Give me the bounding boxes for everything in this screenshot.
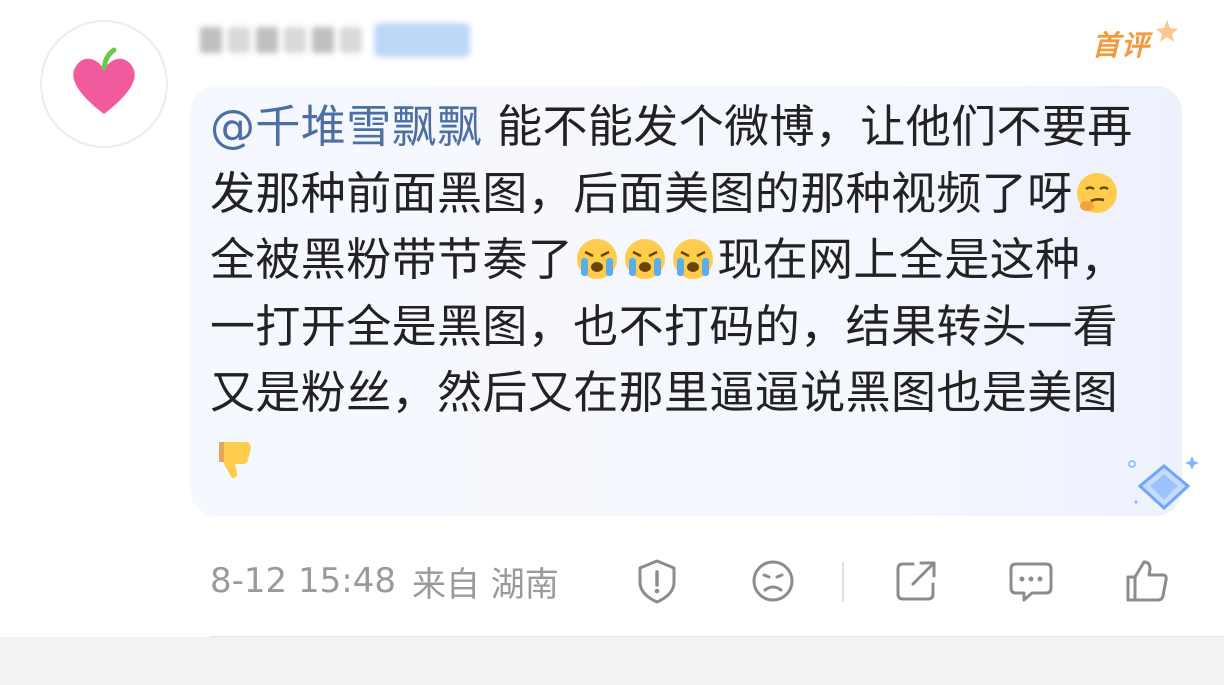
comment-text: @千堆雪飘飘 能不能发个微博，让他们不要再发那种前面黑图，后面美图的那种视频了呀… xyxy=(210,94,1155,493)
comment-text-part-2: 全被黑粉带节奏了 xyxy=(210,233,574,286)
thumbs-down-emoji xyxy=(211,436,257,482)
crying-face-emoji xyxy=(574,236,620,282)
thinking-face-emoji xyxy=(1074,170,1120,216)
comment-location: 来自 湖南 xyxy=(411,564,559,605)
like-icon[interactable] xyxy=(1122,556,1172,606)
comment-meta: 8-12 15:48 来自 湖南 xyxy=(210,556,559,606)
avatar[interactable] xyxy=(40,20,168,148)
username-blurred[interactable] xyxy=(200,18,480,62)
comment-date: 8-12 15:48 xyxy=(210,561,396,601)
comment-icon[interactable] xyxy=(1006,556,1056,606)
comment-card: 首评 @千堆雪飘飘 能不能发个微博，让他们不要再发那种前面黑图，后面美图的那种视… xyxy=(0,0,1224,685)
share-icon[interactable] xyxy=(891,556,941,606)
star-icon xyxy=(1156,20,1178,42)
first-comment-label: 首评 xyxy=(1092,29,1151,62)
heart-avatar-icon xyxy=(73,47,135,114)
mention-link[interactable]: @千堆雪飘飘 xyxy=(210,100,482,153)
action-separator xyxy=(842,562,844,602)
crying-face-emoji xyxy=(670,236,716,282)
bottom-gap xyxy=(0,637,1224,685)
report-icon[interactable] xyxy=(632,556,682,606)
dislike-icon[interactable] xyxy=(748,556,798,606)
first-comment-badge: 首评 xyxy=(1092,18,1180,70)
crying-face-emoji xyxy=(622,236,668,282)
diamond-badge-icon xyxy=(1072,452,1208,522)
